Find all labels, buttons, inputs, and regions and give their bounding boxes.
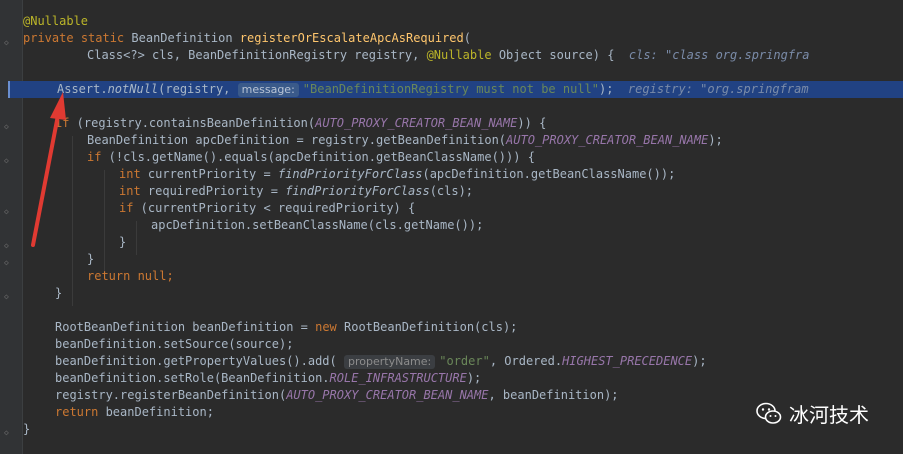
- watermark-text: 冰河技术: [789, 403, 869, 427]
- watermark: 冰河技术: [755, 399, 869, 428]
- red-arrow-annotation: [31, 92, 66, 247]
- wechat-icon: [756, 402, 782, 424]
